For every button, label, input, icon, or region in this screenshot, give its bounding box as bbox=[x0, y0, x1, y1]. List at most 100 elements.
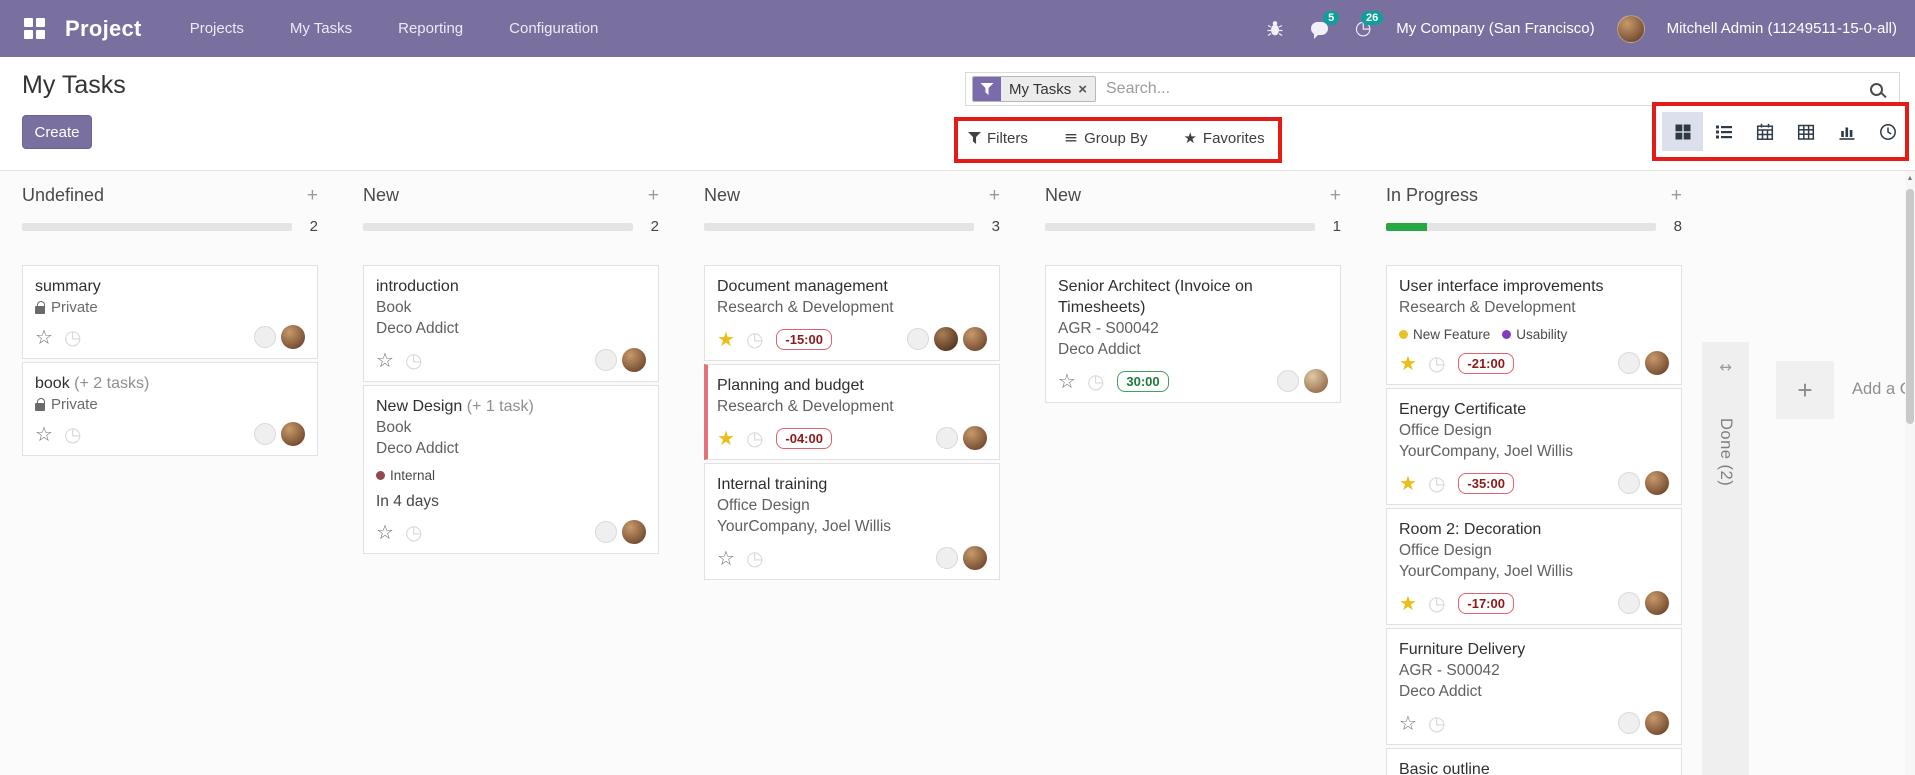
task-card[interactable]: book (+ 2 tasks) Private ☆ ◷ bbox=[22, 362, 318, 456]
search-facet[interactable]: My Tasks × bbox=[972, 76, 1096, 102]
task-card[interactable]: Document management Research & Developme… bbox=[704, 265, 1000, 361]
column-quick-add-icon[interactable]: + bbox=[307, 186, 318, 205]
activity-clock-icon[interactable]: ◷ bbox=[1428, 353, 1445, 373]
tab-activity-view[interactable] bbox=[1867, 112, 1908, 151]
assignee-avatar[interactable] bbox=[1645, 471, 1669, 495]
activity-clock-icon[interactable]: ◷ bbox=[746, 548, 763, 568]
column-quick-add-icon[interactable]: + bbox=[1330, 186, 1341, 205]
assignee-avatar[interactable] bbox=[622, 348, 646, 372]
hours-badge[interactable]: -15:00 bbox=[776, 328, 832, 350]
hours-badge[interactable]: -21:00 bbox=[1458, 352, 1514, 374]
scroll-up-icon[interactable]: ▲ bbox=[1905, 171, 1915, 185]
column-progress-bar[interactable] bbox=[363, 222, 633, 231]
assignee-avatar[interactable] bbox=[1645, 591, 1669, 615]
task-card[interactable]: Internal training Office Design YourCompa… bbox=[704, 463, 1000, 580]
assignee-placeholder-circle[interactable] bbox=[595, 349, 617, 371]
assignee-placeholder-circle[interactable] bbox=[1618, 352, 1640, 374]
priority-star-icon[interactable]: ☆ bbox=[376, 350, 394, 370]
assignee-avatar[interactable] bbox=[1645, 711, 1669, 735]
filters-button[interactable]: Filters bbox=[968, 130, 1028, 147]
assignee-avatar[interactable] bbox=[934, 327, 958, 351]
menu-my-tasks[interactable]: My Tasks bbox=[290, 20, 352, 37]
expand-column-icon[interactable]: ↔ bbox=[1719, 358, 1732, 376]
column-quick-add-icon[interactable]: + bbox=[989, 186, 1000, 205]
assignee-placeholder-circle[interactable] bbox=[254, 423, 276, 445]
add-column-button[interactable]: + bbox=[1776, 361, 1834, 419]
priority-star-icon[interactable]: ★ bbox=[717, 329, 735, 349]
tab-kanban-view[interactable] bbox=[1662, 112, 1703, 151]
priority-star-icon[interactable]: ★ bbox=[1399, 593, 1417, 613]
activity-clock-icon[interactable]: ◷ bbox=[405, 350, 422, 370]
task-card[interactable]: Planning and budget Research & Developme… bbox=[704, 364, 1000, 460]
priority-star-icon[interactable]: ★ bbox=[1399, 353, 1417, 373]
assignee-avatar[interactable] bbox=[281, 422, 305, 446]
scrollbar-thumb[interactable] bbox=[1906, 189, 1914, 424]
priority-star-icon[interactable]: ☆ bbox=[717, 548, 735, 568]
app-name[interactable]: Project bbox=[65, 16, 142, 42]
assignee-avatar[interactable] bbox=[281, 325, 305, 349]
assignee-placeholder-circle[interactable] bbox=[907, 328, 929, 350]
favorites-button[interactable]: ★ Favorites bbox=[1183, 129, 1264, 147]
assignee-placeholder-circle[interactable] bbox=[1618, 472, 1640, 494]
activity-clock-icon[interactable]: ◷ bbox=[1087, 371, 1104, 391]
user-avatar[interactable] bbox=[1616, 14, 1645, 43]
collapsed-column-done[interactable]: ↔ Done (2) bbox=[1702, 342, 1749, 775]
task-card[interactable]: Senior Architect (Invoice on Timesheets)… bbox=[1045, 265, 1341, 403]
assignee-avatar[interactable] bbox=[622, 520, 646, 544]
column-progress-bar[interactable] bbox=[704, 222, 974, 231]
facet-remove-icon[interactable]: × bbox=[1078, 81, 1087, 98]
hours-badge[interactable]: -17:00 bbox=[1458, 592, 1514, 614]
priority-star-icon[interactable]: ★ bbox=[1399, 473, 1417, 493]
messages-icon[interactable]: 5 bbox=[1308, 10, 1340, 40]
activity-clock-icon[interactable]: ◷ bbox=[405, 522, 422, 542]
task-card[interactable]: User interface improvements Research & D… bbox=[1386, 265, 1682, 385]
hours-badge[interactable]: -35:00 bbox=[1458, 472, 1514, 494]
assignee-placeholder-circle[interactable] bbox=[1277, 370, 1299, 392]
assignee-avatar[interactable] bbox=[963, 546, 987, 570]
task-card[interactable]: Furniture Delivery AGR - S00042 Deco Addi… bbox=[1386, 628, 1682, 745]
assignee-avatar[interactable] bbox=[1304, 369, 1328, 393]
tab-pivot-view[interactable] bbox=[1785, 112, 1826, 151]
activity-clock-icon[interactable]: ◷ bbox=[746, 428, 763, 448]
assignee-placeholder-circle[interactable] bbox=[936, 547, 958, 569]
menu-configuration[interactable]: Configuration bbox=[509, 20, 598, 37]
column-progress-bar[interactable] bbox=[1386, 222, 1656, 231]
assignee-avatar[interactable] bbox=[1645, 351, 1669, 375]
vertical-scrollbar[interactable]: ▲ bbox=[1905, 171, 1915, 775]
task-card[interactable]: Energy Certificate Office Design YourComp… bbox=[1386, 388, 1682, 505]
priority-star-icon[interactable]: ★ bbox=[717, 428, 735, 448]
tab-calendar-view[interactable] bbox=[1744, 112, 1785, 151]
tab-list-view[interactable] bbox=[1703, 112, 1744, 151]
search-input[interactable] bbox=[1106, 80, 1870, 98]
assignee-placeholder-circle[interactable] bbox=[1618, 592, 1640, 614]
company-switcher[interactable]: My Company (San Francisco) bbox=[1396, 20, 1594, 37]
group-by-button[interactable]: ≡ Group By bbox=[1064, 128, 1148, 148]
task-card[interactable]: Basic outline Research & Development Exp… bbox=[1386, 748, 1682, 775]
menu-projects[interactable]: Projects bbox=[190, 20, 244, 37]
tab-graph-view[interactable] bbox=[1826, 112, 1867, 151]
assignee-placeholder-circle[interactable] bbox=[254, 326, 276, 348]
activity-clock-icon[interactable]: ◷ bbox=[64, 424, 81, 444]
user-menu[interactable]: Mitchell Admin (11249511-15-0-all) bbox=[1667, 20, 1897, 37]
priority-star-icon[interactable]: ☆ bbox=[1058, 371, 1076, 391]
priority-star-icon[interactable]: ☆ bbox=[1399, 713, 1417, 733]
priority-star-icon[interactable]: ☆ bbox=[35, 327, 53, 347]
priority-star-icon[interactable]: ☆ bbox=[35, 424, 53, 444]
hours-badge[interactable]: -04:00 bbox=[776, 427, 832, 449]
search-bar[interactable]: My Tasks × bbox=[965, 72, 1900, 106]
apps-menu-icon[interactable] bbox=[24, 18, 45, 39]
assignee-placeholder-circle[interactable] bbox=[936, 427, 958, 449]
task-card[interactable]: summary Private ☆ ◷ bbox=[22, 265, 318, 359]
debug-bug-icon[interactable] bbox=[1264, 18, 1286, 40]
priority-star-icon[interactable]: ☆ bbox=[376, 522, 394, 542]
create-button[interactable]: Create bbox=[22, 115, 92, 149]
menu-reporting[interactable]: Reporting bbox=[398, 20, 463, 37]
task-card[interactable]: Room 2: Decoration Office Design YourComp… bbox=[1386, 508, 1682, 625]
column-progress-bar[interactable] bbox=[22, 222, 292, 231]
column-progress-bar[interactable] bbox=[1045, 222, 1315, 231]
assignee-avatar[interactable] bbox=[963, 426, 987, 450]
activity-clock-icon[interactable]: ◷ bbox=[1428, 593, 1445, 613]
assignee-placeholder-circle[interactable] bbox=[595, 521, 617, 543]
column-quick-add-icon[interactable]: + bbox=[1671, 186, 1682, 205]
assignee-placeholder-circle[interactable] bbox=[1618, 712, 1640, 734]
